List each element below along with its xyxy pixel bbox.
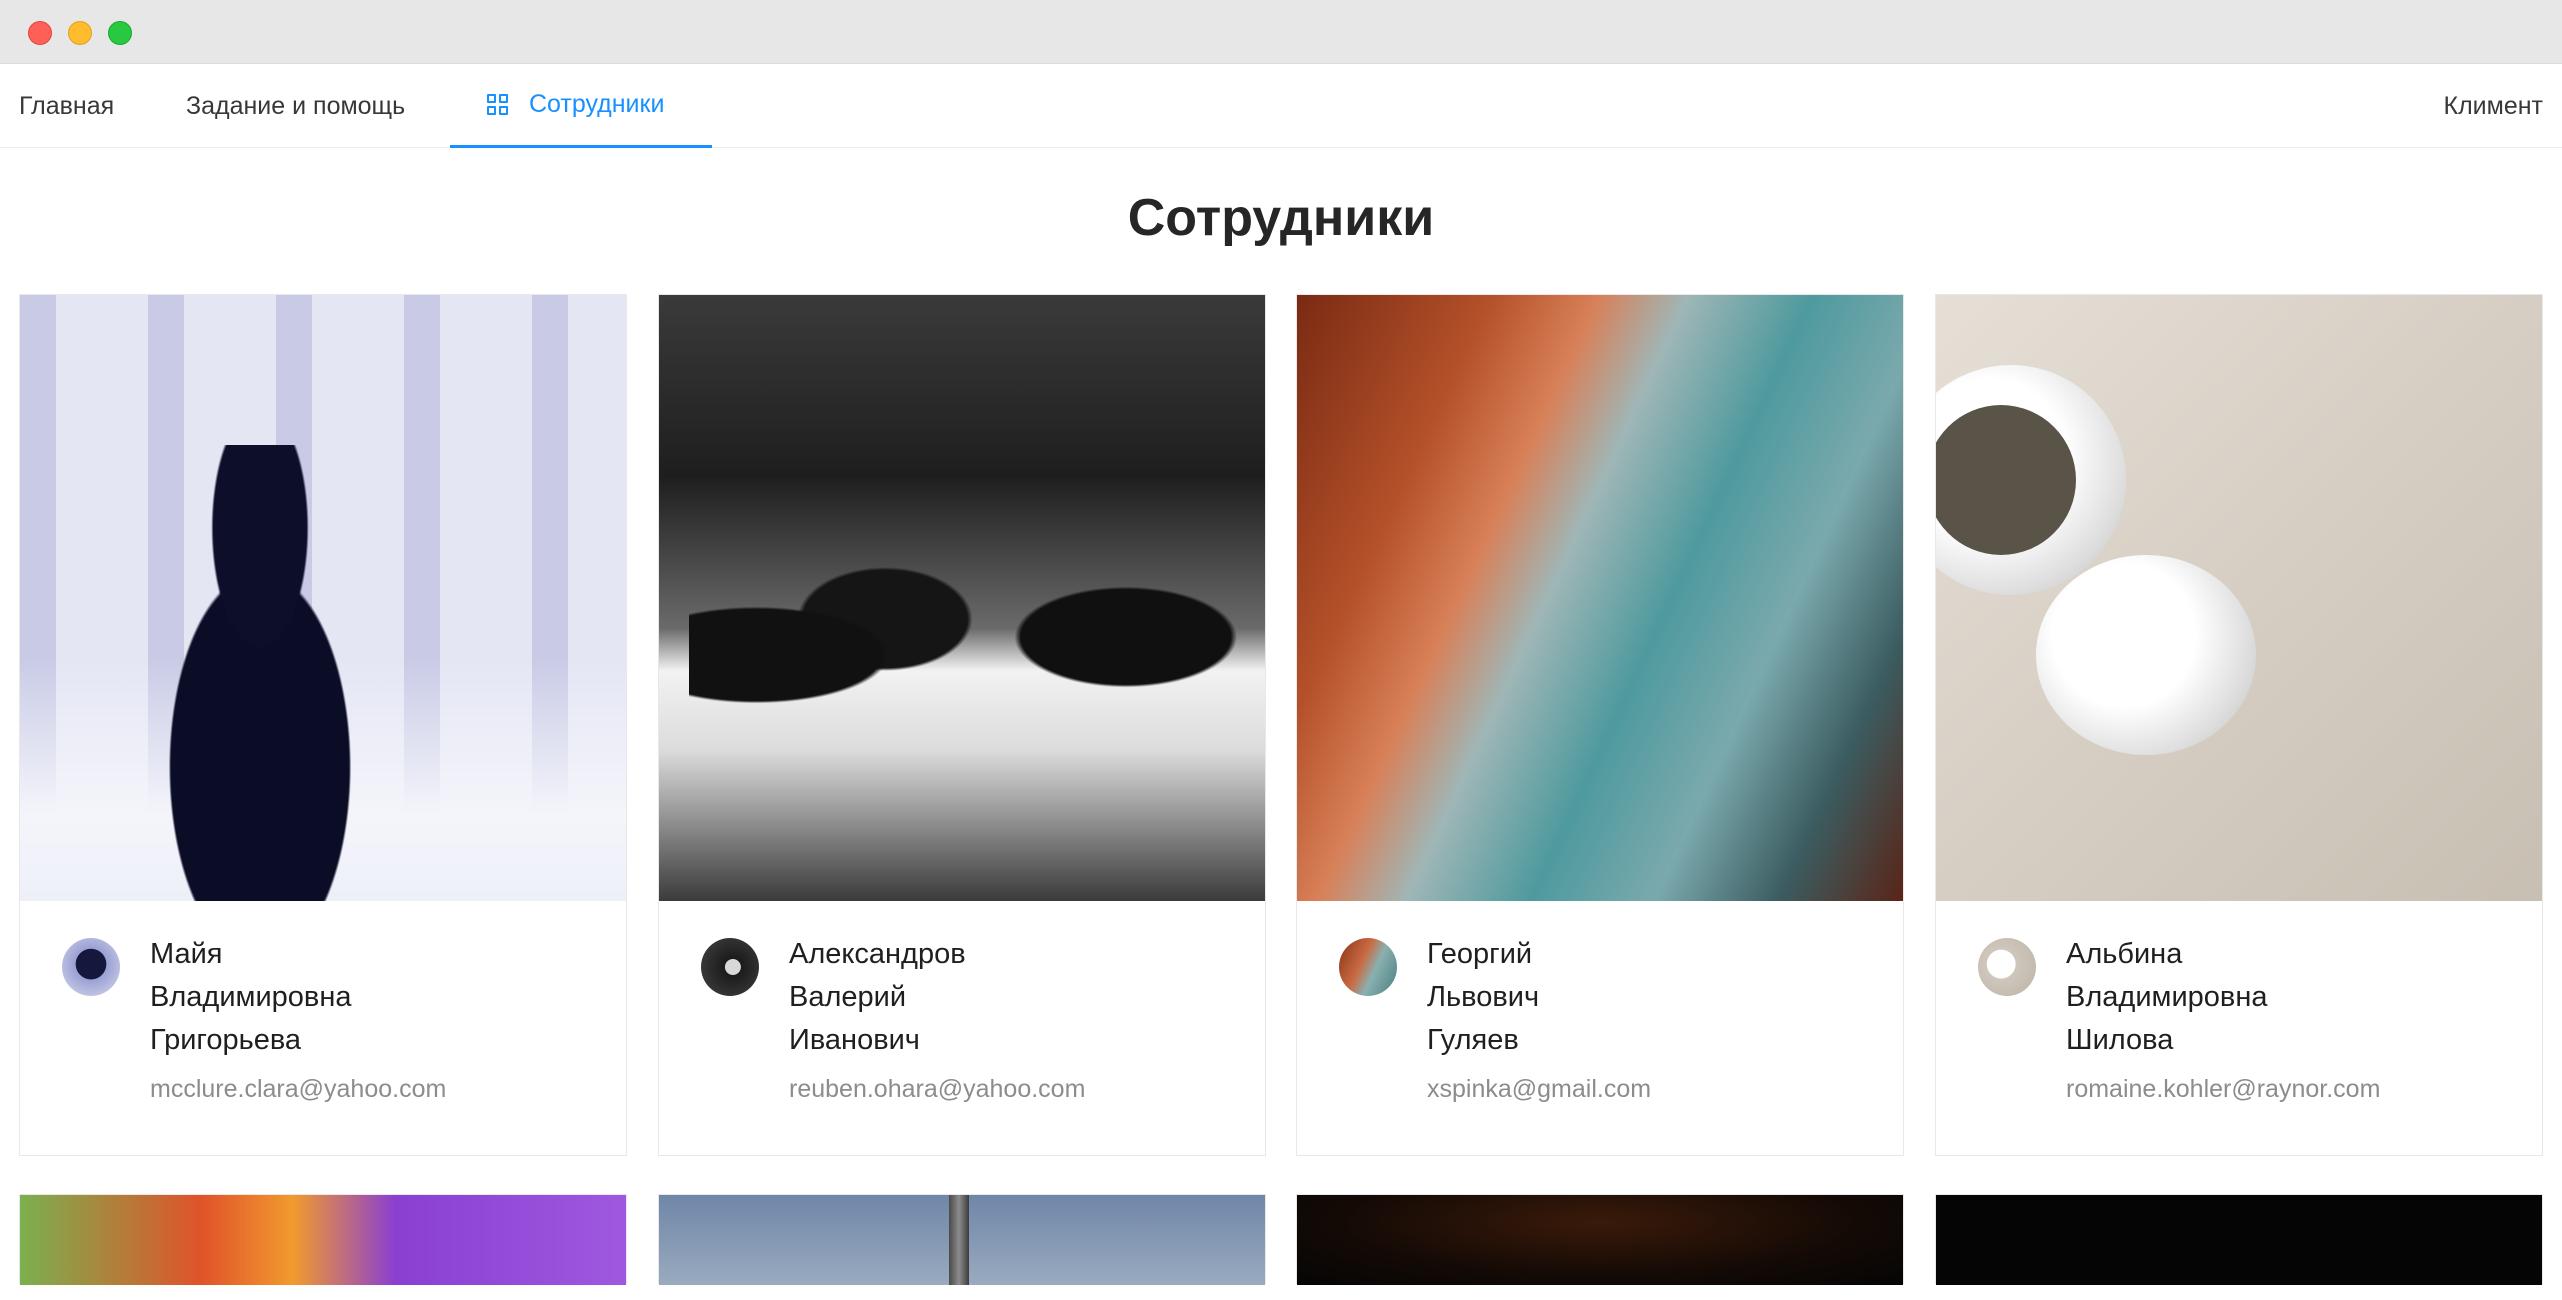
employee-card[interactable]	[1935, 1194, 2543, 1285]
employee-cover-image	[1936, 295, 2542, 901]
employee-name-line: Майя	[150, 938, 223, 970]
employee-cover-image	[20, 1195, 626, 1285]
window-maximize-button[interactable]	[108, 21, 132, 45]
employee-name-line: Шилова	[2066, 1024, 2174, 1056]
page-title: Сотрудники	[1127, 189, 1435, 247]
employee-card-meta: Альбина Владимировна Шилова romaine.kohl…	[1936, 901, 2542, 1157]
employee-name-line: Александров	[789, 938, 966, 970]
employee-name-line: Григорьева	[150, 1024, 302, 1056]
employee-cover-image	[20, 295, 626, 901]
employee-name-line: Владимировна	[2066, 981, 2268, 1013]
employee-card[interactable]	[1296, 1194, 1904, 1285]
employee-name-line: Валерий	[789, 981, 907, 1013]
window-close-button[interactable]	[28, 21, 52, 45]
nav-staff-active[interactable]: Сотрудники	[450, 64, 712, 148]
employee-card[interactable]	[658, 1194, 1266, 1285]
avatar	[1339, 938, 1397, 996]
employee-cover-image	[659, 295, 1265, 901]
avatar	[1978, 938, 2036, 996]
employee-email: reuben.ohara@yahoo.com	[789, 1075, 1086, 1103]
employee-cover-image	[1936, 1195, 2542, 1285]
employee-name: Александров Валерий Иванович	[789, 933, 1229, 1062]
employee-name-line: Георгий	[1427, 938, 1533, 970]
nav-user-menu[interactable]: Климент	[2444, 64, 2543, 148]
employee-card[interactable]	[19, 1194, 627, 1285]
employee-card-meta: Майя Владимировна Григорьева mcclure.cla…	[20, 901, 626, 1157]
nav-help-label: Задание и помощь	[186, 91, 406, 120]
employee-card[interactable]: Александров Валерий Иванович reuben.ohar…	[658, 294, 1266, 1156]
avatar	[62, 938, 120, 996]
nav-home[interactable]: Главная	[19, 64, 114, 148]
employee-card-meta: Александров Валерий Иванович reuben.ohar…	[659, 901, 1265, 1157]
employee-email: romaine.kohler@raynor.com	[2066, 1075, 2381, 1103]
employee-name-line: Альбина	[2066, 938, 2183, 970]
window-titlebar	[0, 0, 2562, 64]
employee-email: mcclure.clara@yahoo.com	[150, 1075, 447, 1103]
employee-card[interactable]: Альбина Владимировна Шилова romaine.kohl…	[1935, 294, 2543, 1156]
top-navigation: Главная Задание и помощь Сотрудники Клим…	[0, 64, 2562, 148]
employee-card[interactable]: Георгий Львович Гуляев xspinka@gmail.com	[1296, 294, 1904, 1156]
employee-card[interactable]: Майя Владимировна Григорьева mcclure.cla…	[19, 294, 627, 1156]
nav-help[interactable]: Задание и помощь	[186, 64, 405, 148]
employee-cover-image	[659, 1195, 1265, 1285]
avatar	[701, 938, 759, 996]
employee-email: xspinka@gmail.com	[1427, 1075, 1652, 1103]
window-minimize-button[interactable]	[68, 21, 92, 45]
employee-name: Альбина Владимировна Шилова	[2066, 933, 2506, 1062]
employee-cover-image	[1297, 1195, 1903, 1285]
nav-home-label: Главная	[19, 91, 115, 120]
employee-name-line: Львович	[1427, 981, 1540, 1013]
employee-name-line: Иванович	[789, 1024, 920, 1056]
nav-user-label: Климент	[2443, 91, 2543, 120]
employee-card-meta: Георгий Львович Гуляев xspinka@gmail.com	[1297, 901, 1903, 1157]
employee-name-line: Владимировна	[150, 981, 352, 1013]
employee-name: Георгий Львович Гуляев	[1427, 933, 1867, 1062]
employee-name-line: Гуляев	[1427, 1024, 1519, 1056]
employee-name: Майя Владимировна Григорьева	[150, 933, 590, 1062]
nav-staff-label: Сотрудники	[529, 90, 665, 118]
employee-cover-image	[1297, 295, 1903, 901]
appstore-grid-icon	[487, 93, 509, 116]
